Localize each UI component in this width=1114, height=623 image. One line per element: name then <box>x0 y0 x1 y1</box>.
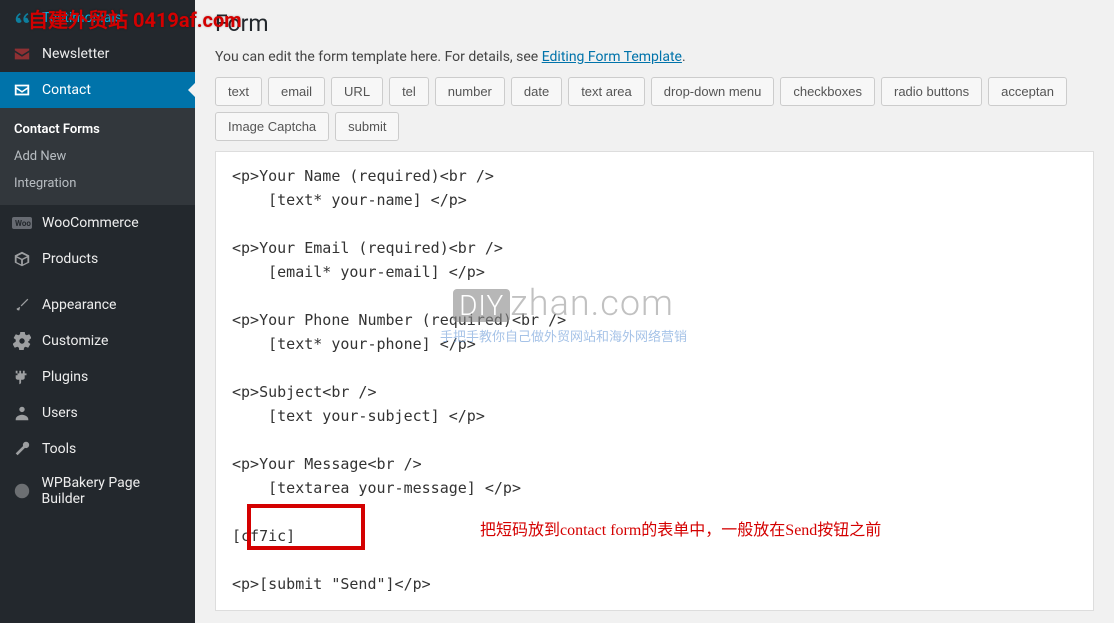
tag-btn-radio-buttons[interactable]: radio buttons <box>881 77 982 106</box>
sidebar-item-customize[interactable]: Customize <box>0 323 195 359</box>
form-template-textarea[interactable]: <p>Your Name (required)<br /> [text* you… <box>215 151 1094 611</box>
help-text: You can edit the form template here. For… <box>215 49 1094 65</box>
envelope-icon <box>12 80 32 100</box>
tag-btn-URL[interactable]: URL <box>331 77 383 106</box>
quote-icon <box>12 8 32 28</box>
tag-btn-Image-Captcha[interactable]: Image Captcha <box>215 112 329 141</box>
sidebar-item-testimonials[interactable]: Testimonials <box>0 0 195 36</box>
tag-btn-text[interactable]: text <box>215 77 262 106</box>
sidebar-item-contact[interactable]: Contact <box>0 72 195 108</box>
sidebar-label: Newsletter <box>42 46 109 62</box>
sidebar-label: WPBakery Page Builder <box>41 475 183 507</box>
brush-icon <box>12 295 32 315</box>
sidebar-label: Plugins <box>42 369 88 385</box>
tag-btn-email[interactable]: email <box>268 77 325 106</box>
sidebar-label: Contact <box>42 82 91 98</box>
submenu-integration[interactable]: Integration <box>0 170 195 197</box>
sidebar-label: Testimonials <box>42 10 122 26</box>
woo-icon: Woo <box>12 213 32 233</box>
gear-icon <box>12 331 32 351</box>
tag-btn-submit[interactable]: submit <box>335 112 399 141</box>
tag-btn-drop-down-menu[interactable]: drop-down menu <box>651 77 775 106</box>
sidebar-item-wpbakery[interactable]: WPBakery Page Builder <box>0 467 195 515</box>
annotation-text: 把短码放到contact form的表单中，一般放在Send按钮之前 <box>480 516 881 540</box>
tag-btn-tel[interactable]: tel <box>389 77 429 106</box>
sidebar-label: Appearance <box>42 297 116 313</box>
tag-btn-text-area[interactable]: text area <box>568 77 645 106</box>
tag-btn-checkboxes[interactable]: checkboxes <box>780 77 875 106</box>
mail-icon <box>12 44 32 64</box>
sidebar-item-plugins[interactable]: Plugins <box>0 359 195 395</box>
sidebar-item-appearance[interactable]: Appearance <box>0 287 195 323</box>
sidebar-label: Users <box>42 405 78 421</box>
svg-text:Woo: Woo <box>15 219 31 228</box>
sidebar-item-newsletter[interactable]: Newsletter <box>0 36 195 72</box>
submenu-contact-forms[interactable]: Contact Forms <box>0 116 195 143</box>
wrench-icon <box>12 439 32 459</box>
submenu-add-new[interactable]: Add New <box>0 143 195 170</box>
tag-btn-number[interactable]: number <box>435 77 505 106</box>
sidebar-submenu: Contact Forms Add New Integration <box>0 108 195 205</box>
sidebar-item-products[interactable]: Products <box>0 241 195 277</box>
tag-btn-acceptan[interactable]: acceptan <box>988 77 1067 106</box>
help-link[interactable]: Editing Form Template <box>542 49 682 65</box>
sidebar-item-woocommerce[interactable]: Woo WooCommerce <box>0 205 195 241</box>
sidebar-label: Tools <box>42 441 76 457</box>
admin-sidebar: Testimonials Newsletter Contact Contact … <box>0 0 195 623</box>
sidebar-item-tools[interactable]: Tools <box>0 431 195 467</box>
sidebar-label: WooCommerce <box>42 215 139 231</box>
panel-title: Form <box>215 10 1094 37</box>
tag-btn-date[interactable]: date <box>511 77 562 106</box>
box-icon <box>12 249 32 269</box>
sidebar-item-users[interactable]: Users <box>0 395 195 431</box>
plug-icon <box>12 367 32 387</box>
tag-buttons-row: textemailURLtelnumberdatetext areadrop-d… <box>215 77 1094 141</box>
sidebar-label: Customize <box>42 333 108 349</box>
wpb-icon <box>12 481 31 501</box>
user-icon <box>12 403 32 423</box>
sidebar-label: Products <box>42 251 98 267</box>
